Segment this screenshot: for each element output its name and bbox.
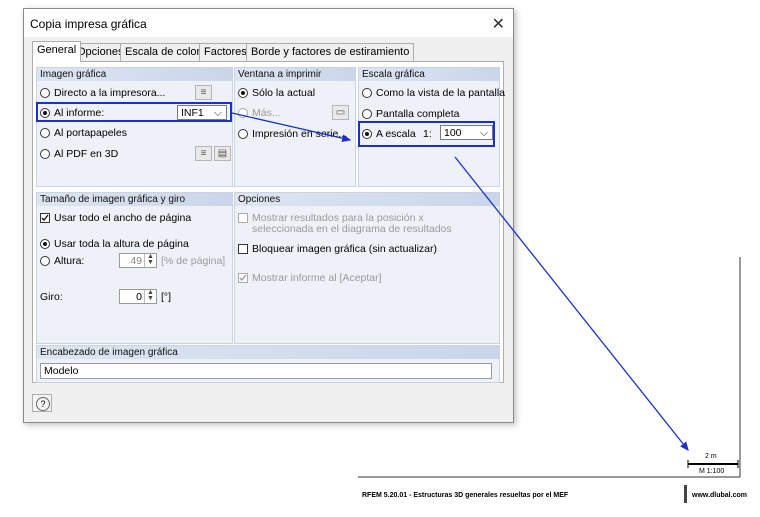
dialog-title: Copia impresa gráfica	[30, 17, 147, 31]
tab-factores[interactable]: Factores	[199, 43, 252, 61]
label-mostrar-informe: Mostrar informe al [Aceptar]	[252, 272, 382, 284]
footer-program: RFEM 5.20.01 - Estructuras 3D generales …	[362, 492, 569, 499]
group-opciones: Opciones Mostrar resultados para la posi…	[234, 192, 500, 344]
help-icon: ?	[36, 397, 50, 411]
radio-pantalla-completa[interactable]	[362, 109, 372, 119]
altura-unit: [% de página]	[161, 255, 226, 267]
checkbox-mostrar-informe[interactable]	[238, 273, 248, 283]
label-pantalla-completa: Pantalla completa	[376, 108, 460, 120]
radio-solo-actual[interactable]	[238, 88, 248, 98]
label-serie: Impresión en serie...	[252, 128, 348, 140]
group-header: Escala gráfica	[359, 68, 499, 81]
tab-general[interactable]: General	[32, 41, 82, 62]
label-pdf: Al PDF en 3D	[54, 148, 119, 160]
label-giro: Giro:	[40, 291, 63, 303]
radio-portapapeles[interactable]	[40, 128, 50, 138]
label-ancho: Usar todo el ancho de página	[54, 212, 192, 224]
highlight-escala	[358, 121, 495, 147]
radio-mas[interactable]	[238, 108, 248, 118]
preview-icon[interactable]: ▤	[214, 146, 231, 161]
checkbox-mostrar-resultados[interactable]	[238, 213, 248, 223]
label-solo-actual: Sólo la actual	[252, 87, 316, 99]
label-bloquear: Bloquear imagen gráfica (sin actualizar)	[252, 243, 438, 255]
label-altura: Altura:	[54, 255, 85, 267]
radio-altura[interactable]	[40, 256, 50, 266]
radio-serie[interactable]	[238, 129, 248, 139]
help-button[interactable]: ?	[32, 394, 52, 412]
group-header: Ventana a imprimir	[235, 68, 355, 81]
label-portapapeles: Al portapapeles	[54, 127, 127, 139]
checkbox-ancho[interactable]	[40, 213, 50, 223]
highlight-informe	[36, 102, 232, 122]
group-header: Encabezado de imagen gráfica	[37, 346, 499, 359]
giro-input[interactable]: 0 ▲ ▼	[119, 289, 157, 304]
group-header: Imagen gráfica	[37, 68, 232, 81]
title-bar: Copia impresa gráfica ✕	[24, 9, 513, 37]
pdf-settings-icon[interactable]: ≡	[195, 146, 212, 161]
giro-unit: [°]	[161, 291, 172, 303]
label-vista-pantalla: Como la vista de la pantalla	[376, 87, 505, 99]
label-mas: Más...	[252, 107, 281, 119]
close-icon[interactable]: ✕	[492, 14, 505, 34]
label-mostrar-resultados-2: seleccionada en el diagrama de resultado…	[252, 223, 452, 235]
scale-ratio-label: M 1:100	[699, 468, 725, 475]
radio-pdf[interactable]	[40, 149, 50, 159]
label-directo: Directo a la impresora...	[54, 87, 166, 99]
altura-input[interactable]: 49 ▲ ▼	[119, 253, 157, 268]
checkbox-bloquear[interactable]	[238, 244, 248, 254]
scale-length-label: 2 m	[705, 453, 717, 460]
footer-website: www.dlubal.com	[692, 492, 747, 499]
group-encabezado: Encabezado de imagen gráfica Modelo	[36, 345, 500, 383]
window-select-icon[interactable]: ▭	[332, 105, 349, 120]
radio-vista-pantalla[interactable]	[362, 88, 372, 98]
group-ventana: Ventana a imprimir Sólo la actual Más...…	[234, 67, 356, 187]
group-header: Tamaño de imagen gráfica y giro	[37, 193, 232, 206]
tab-borde[interactable]: Borde y factores de estiramiento	[246, 43, 415, 61]
group-tamano: Tamaño de imagen gráfica y giro Usar tod…	[36, 192, 233, 344]
printer-settings-icon[interactable]: ≡	[195, 85, 212, 100]
radio-altura-toda[interactable]	[40, 239, 50, 249]
encabezado-input[interactable]: Modelo	[40, 363, 492, 379]
group-header: Opciones	[235, 193, 499, 206]
group-imagen-grafica: Imagen gráfica Directo a la impresora...…	[36, 67, 233, 187]
radio-directo[interactable]	[40, 88, 50, 98]
print-graphic-dialog: Copia impresa gráfica ✕ General Opciones…	[23, 8, 514, 423]
label-altura-toda: Usar toda la altura de página	[54, 238, 189, 250]
